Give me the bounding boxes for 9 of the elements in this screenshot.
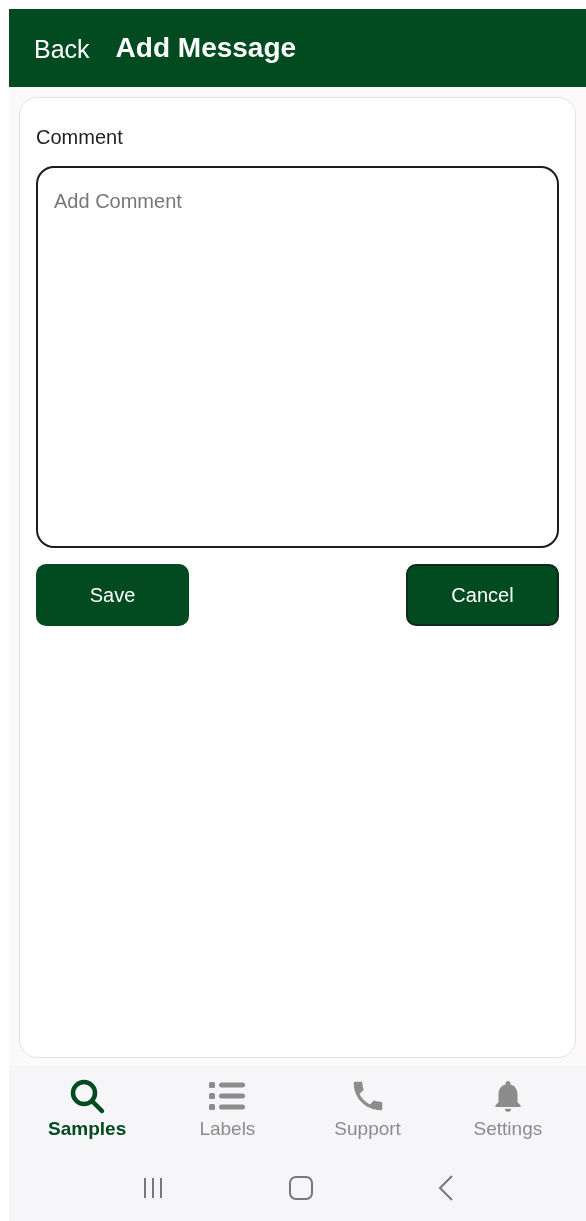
comment-label: Comment — [36, 125, 124, 150]
comment-field[interactable]: Add Comment — [36, 166, 559, 548]
page-title: Add Message — [115, 31, 297, 65]
save-button[interactable]: Save — [36, 564, 189, 626]
home-icon[interactable] — [289, 1175, 314, 1200]
nav-tab[interactable]: Samples — [27, 1076, 148, 1144]
back-button[interactable]: Back — [34, 27, 90, 69]
cancel-button[interactable]: Cancel — [406, 564, 559, 626]
back-icon[interactable] — [437, 1174, 454, 1201]
